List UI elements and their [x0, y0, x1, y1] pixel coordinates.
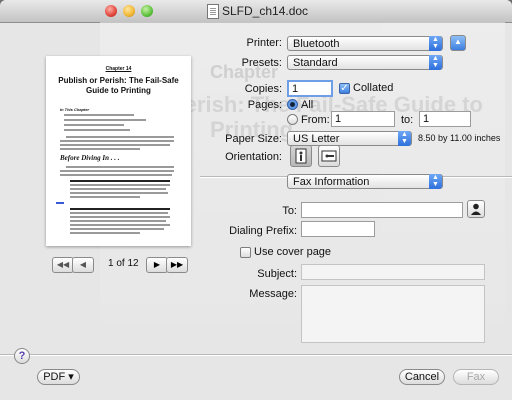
preview-bullet-line	[64, 129, 130, 131]
preview-navigation: ◀◀ ◀ 1 of 12 ▶ ▶▶	[46, 257, 191, 273]
pages-to-label: to:	[401, 114, 414, 126]
preview-text-line	[70, 192, 168, 194]
print-sheet: Chapter 14 Publish or Perish: The Fail-S…	[0, 22, 512, 400]
address-book-button[interactable]	[467, 200, 485, 218]
preview-text-line	[70, 220, 166, 222]
popup-arrows-icon: ▲ ▼	[429, 36, 442, 51]
preview-bullet-line	[64, 114, 134, 116]
pages-all-label: All	[301, 99, 314, 111]
pages-from-label: From:	[301, 114, 330, 126]
preview-text-line	[70, 196, 140, 198]
dialing-prefix-field[interactable]	[301, 221, 375, 237]
subject-label: Subject:	[257, 268, 297, 280]
paper-size-popup[interactable]: US Letter ▲ ▼	[287, 131, 412, 146]
use-cover-page-label: Use cover page	[254, 246, 332, 258]
copies-field[interactable]: 1	[287, 80, 333, 97]
cancel-button[interactable]: Cancel	[399, 369, 445, 385]
preview-in-this-chapter: In This Chapter	[60, 107, 90, 112]
preview-text-line	[60, 144, 170, 146]
zoom-window-button[interactable]	[141, 5, 153, 17]
presets-label: Presets:	[241, 57, 282, 69]
pages-to-field[interactable]: 1	[419, 111, 471, 127]
presets-value: Standard	[293, 57, 338, 69]
preview-text-line	[70, 232, 140, 234]
fax-to-label: To:	[282, 205, 297, 217]
message-label: Message:	[249, 288, 297, 300]
preview-title: Publish or Perish: The Fail-Safe Guide t…	[58, 76, 179, 95]
footer-divider	[0, 354, 512, 356]
next-page-button[interactable]: ▶	[146, 257, 168, 273]
preview-text-line	[70, 188, 166, 190]
preview-bullet-line	[64, 124, 124, 126]
portrait-orientation-button[interactable]	[290, 145, 312, 167]
preview-chapter: Chapter 14	[105, 66, 132, 72]
preview-text-line	[60, 174, 172, 176]
printer-value: Bluetooth	[293, 38, 340, 50]
fax-button[interactable]: Fax	[453, 369, 499, 385]
collated-label: Collated	[353, 82, 394, 94]
person-icon	[471, 203, 481, 215]
popup-arrows-icon: ▲ ▼	[398, 131, 411, 146]
popup-arrows-icon: ▲ ▼	[429, 55, 442, 70]
pages-from-field[interactable]: 1	[331, 111, 395, 127]
portrait-icon	[295, 148, 307, 164]
close-window-button[interactable]	[105, 5, 117, 17]
use-cover-page-checkbox[interactable]	[240, 247, 251, 258]
preview-text-line	[70, 224, 170, 226]
copies-label: Copies:	[244, 83, 282, 95]
page-counter: 1 of 12	[108, 258, 139, 269]
preview-text-line	[60, 170, 174, 172]
landscape-icon	[321, 150, 337, 162]
window-title: SLFD_ch14.doc	[222, 4, 309, 18]
pdf-menu-button[interactable]: PDF ▾	[37, 369, 80, 385]
paper-size-label: Paper Size:	[225, 133, 282, 145]
fax-to-field[interactable]	[301, 202, 463, 218]
preview-text-line	[60, 140, 174, 142]
paper-dimensions: 8.50 by 11.00 inches	[418, 133, 501, 143]
preview-text-line	[70, 216, 170, 218]
title-bar[interactable]: SLFD_ch14.doc	[0, 0, 512, 23]
message-field[interactable]	[301, 285, 485, 343]
subject-field[interactable]	[301, 264, 485, 280]
preview-bold-line	[70, 180, 170, 182]
preview-text-line	[66, 136, 174, 138]
pages-all-radio[interactable]	[287, 99, 298, 110]
preview-bold-line	[70, 208, 170, 210]
paper-size-value: US Letter	[293, 133, 340, 145]
help-button[interactable]: ?	[14, 348, 30, 364]
pages-label: Pages:	[247, 99, 282, 111]
preview-section-heading: Before Diving In . . .	[60, 154, 120, 162]
print-dialog-window: SLFD_ch14.doc Chapter Perish: The Fail-S…	[0, 0, 512, 400]
minimize-window-button[interactable]	[123, 5, 135, 17]
page-preview: Chapter 14 Publish or Perish: The Fail-S…	[46, 56, 191, 246]
popup-arrows-icon: ▲ ▼	[429, 174, 442, 189]
presets-popup[interactable]: Standard ▲ ▼	[287, 55, 443, 70]
collated-checkbox[interactable]: ✓	[339, 83, 350, 94]
landscape-orientation-button[interactable]	[318, 145, 340, 167]
pages-range-radio[interactable]	[287, 114, 298, 125]
print-panel-value: Fax Information	[293, 176, 370, 188]
document-icon	[207, 4, 219, 19]
preview-text-line	[70, 184, 170, 186]
preview-text-line	[66, 166, 174, 168]
preview-text-line	[60, 148, 140, 150]
preview-bullet-line	[64, 119, 146, 121]
previous-page-button[interactable]: ◀	[72, 257, 94, 273]
preview-text-line	[70, 228, 164, 230]
printer-label: Printer:	[246, 37, 282, 49]
preview-text-line	[70, 212, 168, 214]
disclosure-triangle-icon[interactable]: ▲	[450, 35, 466, 51]
orientation-label: Orientation:	[225, 151, 282, 163]
first-page-button[interactable]: ◀◀	[52, 257, 74, 273]
preview-margin-tag	[56, 202, 64, 204]
print-panel-popup[interactable]: Fax Information ▲ ▼	[287, 174, 443, 189]
dialing-prefix-label: Dialing Prefix:	[229, 225, 297, 237]
last-page-button[interactable]: ▶▶	[166, 257, 188, 273]
printer-popup[interactable]: Bluetooth ▲ ▼	[287, 36, 443, 51]
